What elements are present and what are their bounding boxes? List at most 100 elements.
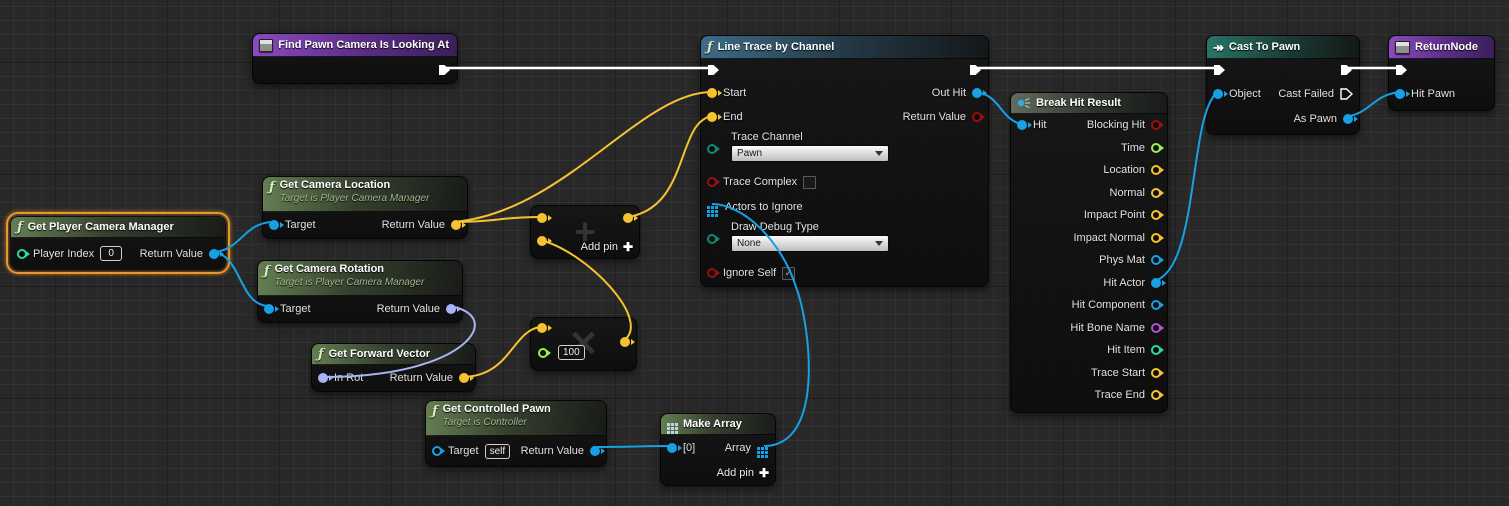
node-header: ƒ Get Controlled Pawn Target is Controll… xyxy=(426,401,606,436)
node-vector-add[interactable]: + Add pin ✚ xyxy=(530,205,640,259)
start-pin[interactable] xyxy=(707,88,717,98)
target-pin[interactable] xyxy=(432,446,442,456)
normal-pin[interactable] xyxy=(1151,187,1161,198)
exec-out-pin[interactable] xyxy=(1340,64,1353,76)
pin-label: Return Value xyxy=(902,111,966,123)
return-value-pin[interactable] xyxy=(209,248,219,259)
node-return[interactable]: ReturnNode Hit Pawn xyxy=(1388,35,1495,111)
add-output-pin[interactable] xyxy=(623,213,633,223)
add-pin-button[interactable]: ✚ xyxy=(623,240,633,254)
exec-out-pin[interactable] xyxy=(438,64,451,76)
pin-label: Impact Point xyxy=(1083,209,1145,222)
pin-label: End xyxy=(723,111,743,123)
pin-label: Trace End xyxy=(1094,389,1145,402)
trace-complex-pin[interactable] xyxy=(707,177,717,187)
node-title: Cast To Pawn xyxy=(1228,41,1301,53)
pin-label: Start xyxy=(723,87,747,99)
dropdown-value: None xyxy=(737,238,761,249)
function-icon: ƒ xyxy=(269,180,275,195)
pin-label: [0] xyxy=(683,442,696,454)
node-title: Get Forward Vector xyxy=(328,348,431,360)
node-break-hit-result[interactable]: Break Hit Result Hit Blocking Hit Time L… xyxy=(1010,92,1168,413)
multiply-b-value-input[interactable]: 100 xyxy=(558,345,585,360)
exec-out-pin[interactable] xyxy=(969,64,982,76)
return-value-pin[interactable] xyxy=(446,304,456,314)
player-index-value-input[interactable]: 0 xyxy=(100,246,123,261)
pin-label: Actors to Ignore xyxy=(725,201,803,213)
target-pin[interactable] xyxy=(264,304,274,314)
as-pawn-pin[interactable] xyxy=(1343,114,1353,124)
impact-normal-pin[interactable] xyxy=(1151,232,1161,243)
pin-label: Trace Complex xyxy=(723,176,798,188)
pin-label: Target xyxy=(280,303,311,315)
node-get-controlled-pawn[interactable]: ƒ Get Controlled Pawn Target is Controll… xyxy=(425,400,607,467)
pin-label: Trace Channel xyxy=(731,131,803,143)
location-pin[interactable] xyxy=(1151,165,1161,176)
pin-label: Blocking Hit xyxy=(1086,119,1145,132)
trace-start-pin[interactable] xyxy=(1151,367,1161,378)
hit-component-pin[interactable] xyxy=(1151,300,1161,311)
phys-mat-pin[interactable] xyxy=(1151,255,1161,266)
hit-bone-name-pin[interactable] xyxy=(1151,322,1161,333)
node-vector-multiply[interactable]: ✕ 100 xyxy=(530,317,637,371)
return-value-pin[interactable] xyxy=(972,112,982,122)
impact-point-pin[interactable] xyxy=(1151,210,1161,221)
node-make-array[interactable]: Make Array [0] Array Add pin ✚ xyxy=(660,413,776,486)
pin-label: Hit Component xyxy=(1071,299,1145,312)
exec-in-pin[interactable] xyxy=(707,64,720,76)
node-find-pawn-camera[interactable]: Find Pawn Camera Is Looking At xyxy=(252,33,458,84)
return-value-pin[interactable] xyxy=(451,220,461,230)
draw-debug-type-pin[interactable] xyxy=(707,234,717,244)
out-hit-pin[interactable] xyxy=(972,88,982,98)
exec-in-pin[interactable] xyxy=(1213,64,1226,76)
node-header: Find Pawn Camera Is Looking At xyxy=(253,34,457,57)
node-get-forward-vector[interactable]: ƒ Get Forward Vector In Rot Return Value xyxy=(311,343,476,392)
multiply-output-pin[interactable] xyxy=(620,337,630,347)
target-pin[interactable] xyxy=(269,220,279,230)
add-input-b-pin[interactable] xyxy=(537,236,547,246)
ignore-self-checkbox[interactable] xyxy=(782,266,796,280)
trace-complex-checkbox[interactable] xyxy=(803,175,817,189)
array-output-pin[interactable] xyxy=(757,446,760,450)
array-element-0-pin[interactable] xyxy=(667,443,677,453)
trace-channel-pin[interactable] xyxy=(707,144,717,154)
player-index-pin[interactable] xyxy=(17,248,27,259)
node-header: ƒ Get Forward Vector xyxy=(312,344,475,365)
add-input-a-pin[interactable] xyxy=(537,213,547,223)
node-get-camera-location[interactable]: ƒ Get Camera Location Target is Player C… xyxy=(262,176,468,239)
target-value-input[interactable]: self xyxy=(484,443,511,459)
actors-to-ignore-pin[interactable] xyxy=(707,205,710,209)
hit-pawn-pin[interactable] xyxy=(1395,89,1405,99)
trace-channel-dropdown[interactable]: Pawn xyxy=(731,145,889,162)
in-rot-pin[interactable] xyxy=(318,373,328,383)
end-pin[interactable] xyxy=(707,112,717,122)
time-pin[interactable] xyxy=(1151,142,1161,153)
pin-label: Impact Normal xyxy=(1073,231,1145,244)
cast-failed-exec-pin[interactable] xyxy=(1340,88,1353,100)
pin-label: Player Index xyxy=(33,247,95,260)
object-pin[interactable] xyxy=(1213,89,1223,99)
node-get-player-camera-manager[interactable]: ƒ Get Player Camera Manager Player Index… xyxy=(6,212,230,274)
node-title: Find Pawn Camera Is Looking At xyxy=(278,39,449,51)
node-header: ƒ Line Trace by Channel xyxy=(701,36,988,59)
add-pin-button[interactable]: ✚ xyxy=(759,466,769,480)
pin-label: Location xyxy=(1103,164,1145,177)
multiply-input-b-pin[interactable] xyxy=(538,348,548,358)
trace-end-pin[interactable] xyxy=(1151,390,1161,401)
pin-label: Hit Actor xyxy=(1103,276,1145,289)
return-value-pin[interactable] xyxy=(459,373,469,383)
draw-debug-type-dropdown[interactable]: None xyxy=(731,235,889,252)
node-get-camera-rotation[interactable]: ƒ Get Camera Rotation Target is Player C… xyxy=(257,260,463,323)
pin-label: Target xyxy=(285,219,316,231)
blueprint-graph-canvas[interactable]: Find Pawn Camera Is Looking At ƒ Get Pla… xyxy=(0,0,1509,506)
multiply-input-a-pin[interactable] xyxy=(537,323,547,333)
hit-actor-pin[interactable] xyxy=(1151,277,1161,288)
node-line-trace-by-channel[interactable]: ƒ Line Trace by Channel Start Out Hit En… xyxy=(700,35,989,287)
blocking-hit-pin[interactable] xyxy=(1151,120,1161,131)
hit-item-pin[interactable] xyxy=(1151,345,1161,356)
exec-in-pin[interactable] xyxy=(1395,64,1408,76)
ignore-self-pin[interactable] xyxy=(707,268,717,278)
return-value-pin[interactable] xyxy=(590,446,600,456)
node-cast-to-pawn[interactable]: ↠ Cast To Pawn Object Cast Failed As Paw… xyxy=(1206,35,1360,135)
hit-pin[interactable] xyxy=(1017,120,1027,131)
